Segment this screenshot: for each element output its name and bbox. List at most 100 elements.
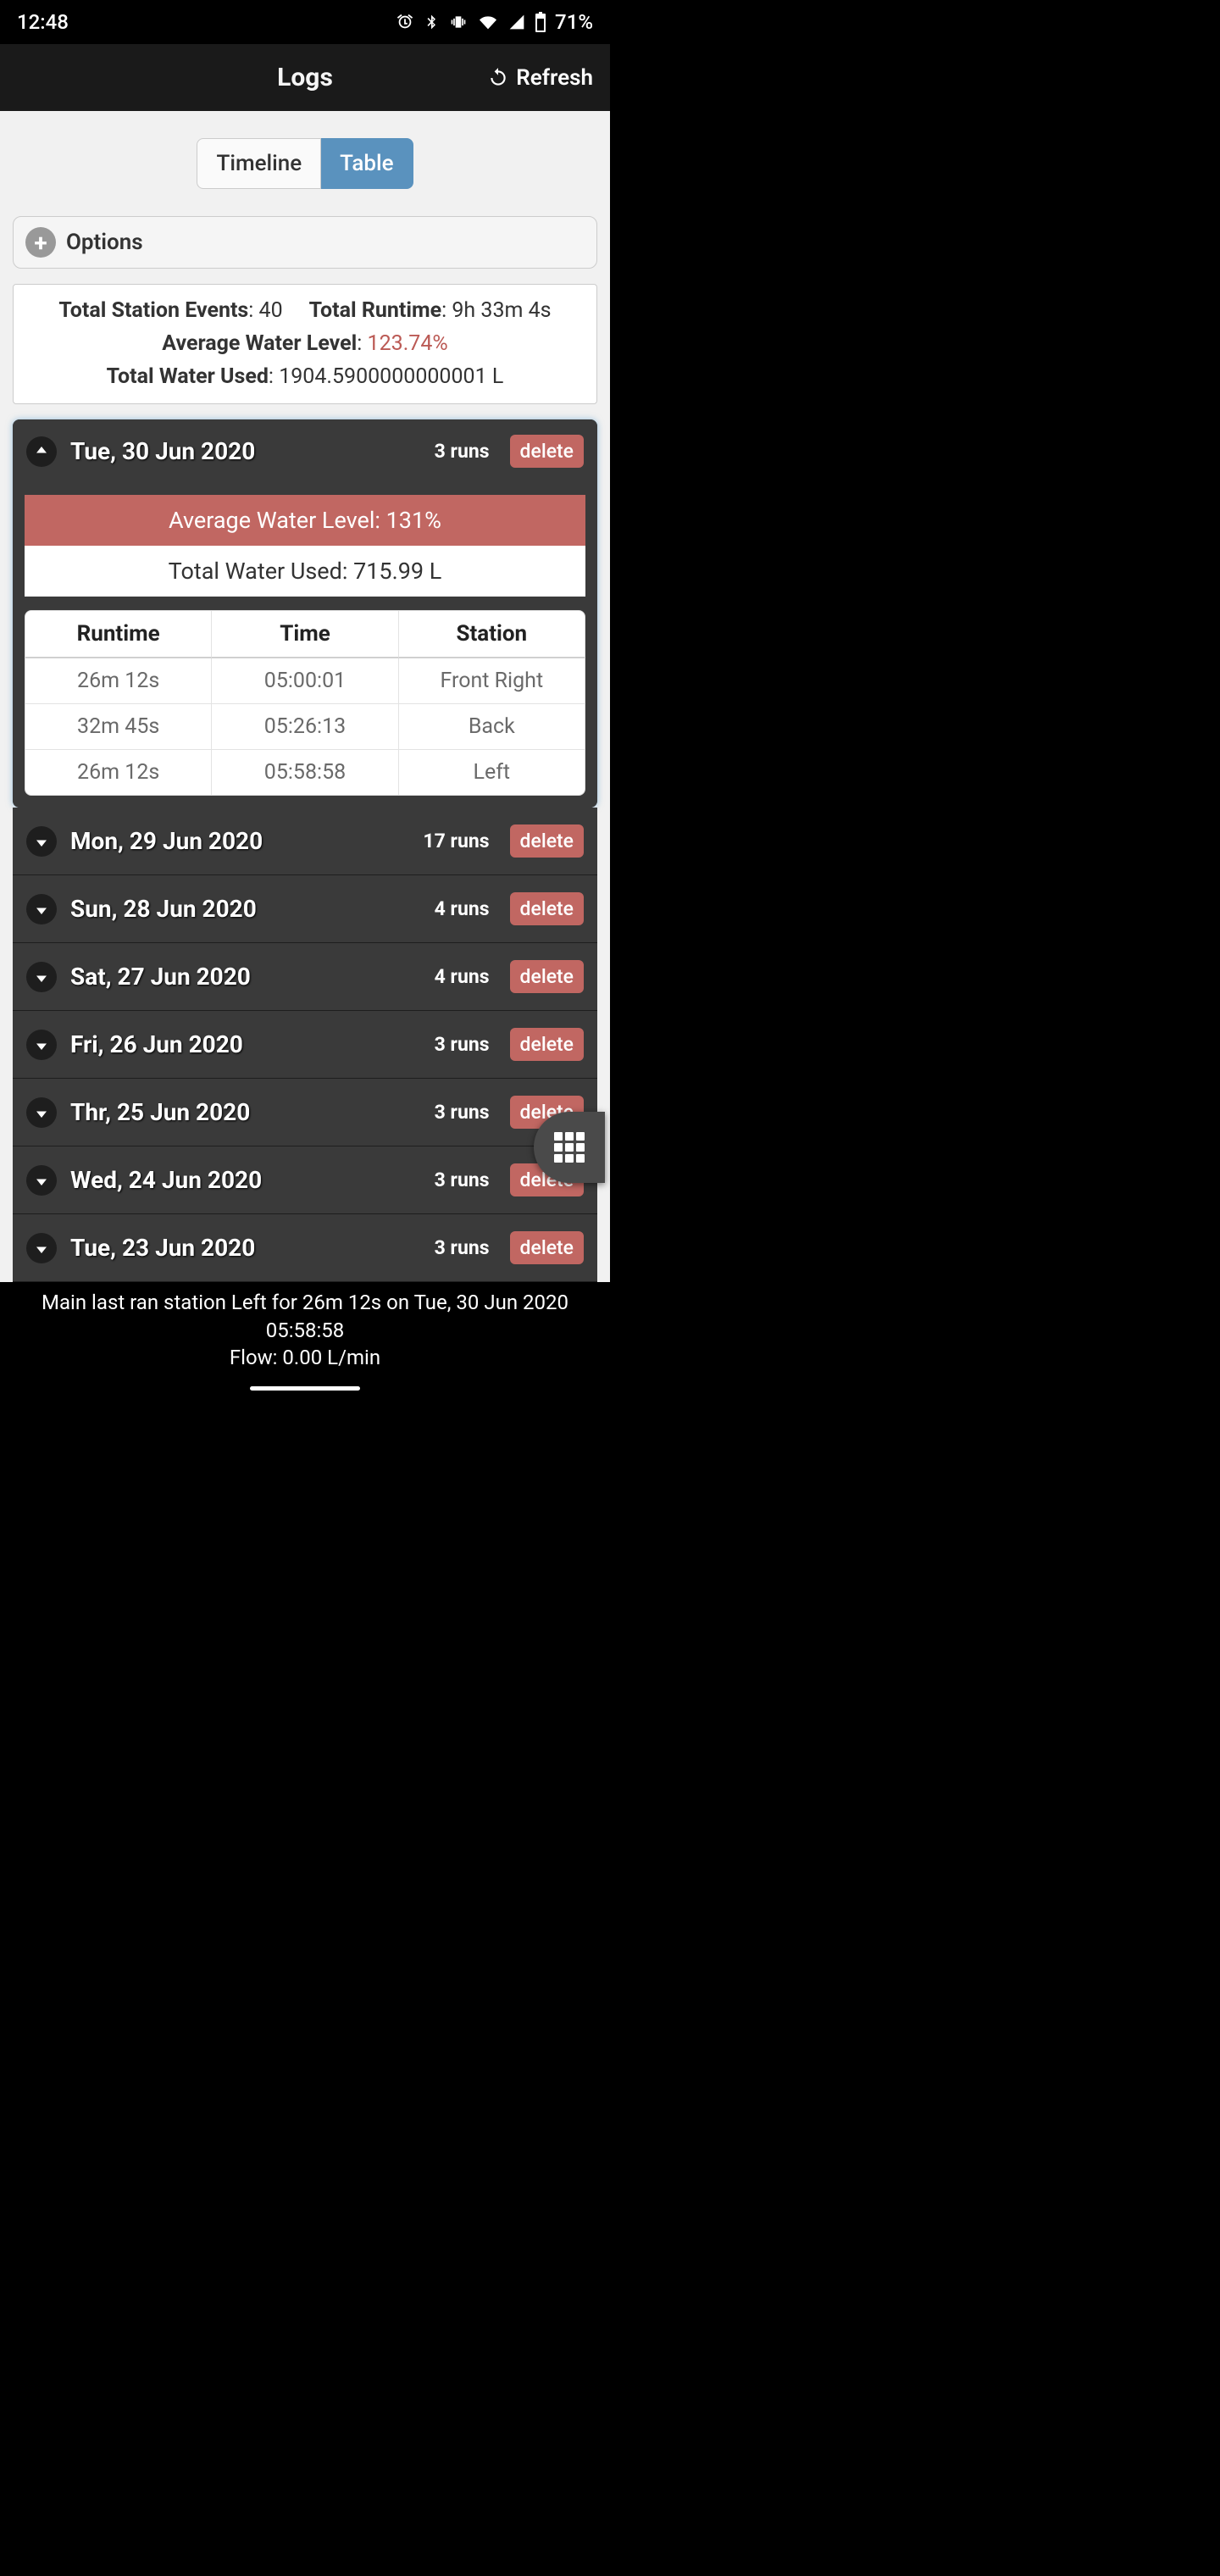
delete-button[interactable]: delete: [510, 1028, 584, 1061]
day-runs: 3 runs: [435, 1236, 490, 1259]
cell-station: Back: [398, 704, 585, 750]
refresh-icon: [487, 67, 509, 89]
status-time: 12:48: [17, 10, 69, 34]
day-header[interactable]: Wed, 24 Jun 20203 runsdelete: [13, 1146, 597, 1213]
content-area: Timeline Table + Options Total Station E…: [0, 111, 610, 1282]
day-header[interactable]: Tue, 23 Jun 2020 3 runs delete: [13, 1214, 597, 1281]
table-row: 26m 12s 05:00:01 Front Right: [25, 658, 585, 704]
day-used-banner: Total Water Used: 715.99 L: [25, 546, 585, 597]
used-value: 1904.5900000000001 L: [279, 364, 503, 389]
avg-label: Average Water Level: [162, 331, 357, 356]
vibrate-icon: [448, 14, 469, 31]
day-collapsed: Mon, 29 Jun 2020 17 runs delete: [13, 808, 597, 875]
table-row: 26m 12s 05:58:58 Left: [25, 750, 585, 795]
expand-icon: [26, 1165, 57, 1196]
day-date: Sat, 27 Jun 2020: [70, 963, 421, 991]
day-runs: 4 runs: [435, 965, 490, 988]
day-collapsed: Thr, 25 Jun 20203 runsdelete: [13, 1079, 597, 1146]
day-runs: 3 runs: [435, 440, 490, 463]
day-body: Average Water Level: 131% Total Water Us…: [13, 483, 597, 808]
expand-icon: [26, 1097, 57, 1128]
expand-icon: [26, 962, 57, 992]
summary-panel: Total Station Events: 40 Total Runtime: …: [13, 284, 597, 404]
expand-icon: [26, 1030, 57, 1060]
col-time: Time: [211, 611, 397, 658]
signal-icon: [507, 14, 526, 31]
day-collapsed: Fri, 26 Jun 2020 3 runs delete: [13, 1011, 597, 1079]
delete-button[interactable]: delete: [510, 435, 584, 468]
day-date: Mon, 29 Jun 2020: [70, 827, 409, 855]
day-runs: 3 runs: [435, 1169, 490, 1191]
cell-time: 05:26:13: [211, 704, 397, 750]
expand-icon: [26, 826, 57, 857]
alarm-icon: [396, 13, 414, 31]
refresh-label: Refresh: [516, 65, 593, 91]
table-header: Runtime Time Station: [25, 611, 585, 658]
delete-button[interactable]: delete: [510, 892, 584, 925]
nav-bar: [0, 1376, 610, 1400]
wifi-icon: [477, 14, 499, 31]
footer-line2: Flow: 0.00 L/min: [5, 1344, 605, 1371]
day-date: Tue, 30 Jun 2020: [70, 437, 421, 465]
app-grid-button[interactable]: [534, 1112, 605, 1183]
delete-button[interactable]: delete: [510, 960, 584, 993]
day-date: Thr, 25 Jun 2020: [70, 1098, 421, 1126]
events-label: Total Station Events: [58, 298, 248, 323]
options-toggle[interactable]: + Options: [13, 216, 597, 269]
col-runtime: Runtime: [25, 611, 211, 658]
tab-timeline[interactable]: Timeline: [197, 138, 321, 189]
cell-station: Left: [398, 750, 585, 795]
run-table: Runtime Time Station 26m 12s 05:00:01 Fr…: [25, 610, 585, 796]
nav-handle[interactable]: [250, 1386, 360, 1391]
day-date: Tue, 23 Jun 2020: [70, 1234, 421, 1262]
battery-icon: [535, 12, 546, 32]
cell-station: Front Right: [398, 658, 585, 704]
day-header[interactable]: Mon, 29 Jun 2020 17 runs delete: [13, 808, 597, 874]
day-header[interactable]: Tue, 30 Jun 2020 3 runs delete: [13, 419, 597, 483]
day-avg-banner: Average Water Level: 131%: [25, 495, 585, 546]
view-tabs: Timeline Table: [13, 138, 597, 189]
day-date: Sun, 28 Jun 2020: [70, 895, 421, 923]
runtime-value: 9h 33m 4s: [452, 298, 551, 323]
table-row: 32m 45s 05:26:13 Back: [25, 704, 585, 750]
app-header: Logs Refresh: [0, 44, 610, 111]
plus-icon: +: [25, 227, 56, 258]
tab-table[interactable]: Table: [321, 138, 413, 189]
day-header[interactable]: Sat, 27 Jun 2020 4 runs delete: [13, 943, 597, 1010]
runtime-label: Total Runtime: [309, 298, 441, 323]
day-date: Fri, 26 Jun 2020: [70, 1030, 421, 1058]
day-runs: 3 runs: [435, 1101, 490, 1124]
expand-icon: [26, 1233, 57, 1263]
status-bar: 12:48 71%: [0, 0, 610, 44]
day-collapsed: Sat, 27 Jun 2020 4 runs delete: [13, 943, 597, 1011]
day-date: Wed, 24 Jun 2020: [70, 1166, 421, 1194]
bluetooth-icon: [423, 12, 440, 32]
day-header[interactable]: Fri, 26 Jun 2020 3 runs delete: [13, 1011, 597, 1078]
grid-icon: [554, 1132, 585, 1163]
day-runs: 3 runs: [435, 1033, 490, 1056]
events-value: 40: [259, 298, 283, 323]
delete-button[interactable]: delete: [510, 824, 584, 858]
day-collapsed: Tue, 23 Jun 2020 3 runs delete: [13, 1214, 597, 1282]
day-collapsed: Sun, 28 Jun 20204 runsdelete: [13, 875, 597, 943]
cell-runtime: 26m 12s: [25, 658, 211, 704]
day-collapsed: Wed, 24 Jun 20203 runsdelete: [13, 1146, 597, 1214]
options-label: Options: [66, 230, 143, 255]
cell-time: 05:58:58: [211, 750, 397, 795]
footer-line1: Main last ran station Left for 26m 12s o…: [5, 1289, 605, 1344]
delete-button[interactable]: delete: [510, 1231, 584, 1264]
battery-percent: 71%: [555, 10, 593, 34]
cell-runtime: 26m 12s: [25, 750, 211, 795]
footer-status: Main last ran station Left for 26m 12s o…: [0, 1282, 610, 1376]
status-icons: 71%: [396, 10, 593, 34]
used-label: Total Water Used: [107, 364, 269, 389]
cell-time: 05:00:01: [211, 658, 397, 704]
col-station: Station: [398, 611, 585, 658]
avg-value: 123.74%: [368, 331, 448, 356]
refresh-button[interactable]: Refresh: [487, 65, 593, 91]
expand-icon: [26, 894, 57, 924]
day-runs: 17 runs: [423, 830, 489, 852]
cell-runtime: 32m 45s: [25, 704, 211, 750]
day-header[interactable]: Sun, 28 Jun 20204 runsdelete: [13, 875, 597, 942]
day-header[interactable]: Thr, 25 Jun 20203 runsdelete: [13, 1079, 597, 1146]
